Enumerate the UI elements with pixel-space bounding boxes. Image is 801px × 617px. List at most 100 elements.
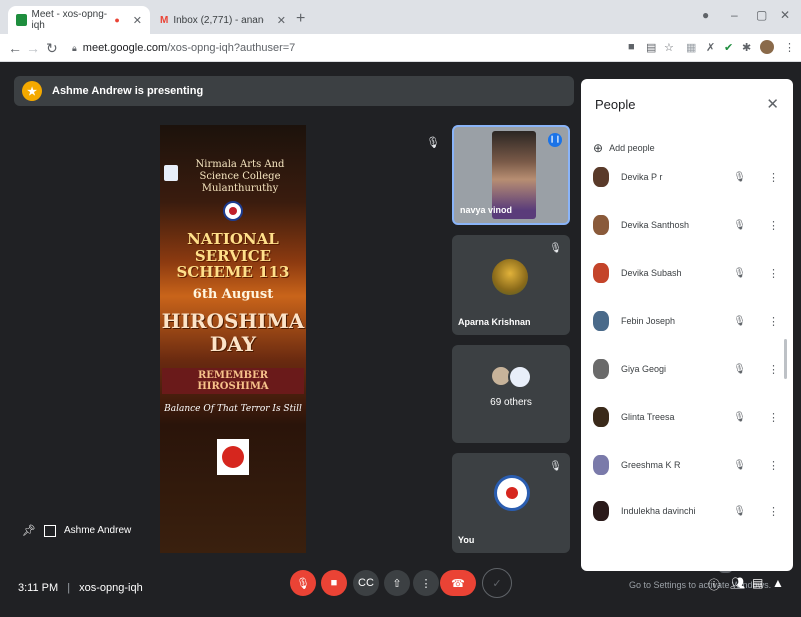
close-tab-icon[interactable]: ✕ (133, 14, 142, 27)
new-tab-button[interactable]: + (296, 10, 305, 28)
people-icon[interactable]: 👥︎ (730, 576, 745, 590)
mic-off-icon: 🎙︎ (426, 137, 440, 149)
check-extension-icon[interactable]: ✔ (724, 41, 733, 54)
college-emblem-icon (164, 165, 178, 181)
list-item[interactable]: Febin Joseph 🎙︎ ⋮ (593, 307, 783, 335)
close-window-button[interactable]: ✕ (780, 8, 790, 22)
list-item[interactable]: Glinta Treesa 🎙︎ ⋮ (593, 403, 783, 431)
more-vert-icon[interactable]: ⋮ (768, 411, 779, 424)
chat-icon[interactable]: ▤ (752, 576, 763, 590)
minimize-button[interactable]: – (731, 8, 738, 22)
captions-button[interactable]: CC (353, 570, 379, 596)
participant-name: Febin Joseph (621, 316, 676, 326)
participant-name: Glinta Treesa (621, 412, 675, 422)
more-vert-icon[interactable]: ⋮ (768, 171, 779, 184)
self-tile[interactable]: 🎙︎ You (452, 453, 570, 553)
profile-dot-icon[interactable]: ● (702, 8, 709, 22)
participant-avatar (492, 259, 528, 295)
url-host: meet.google.com (82, 42, 168, 54)
mic-off-icon: 🎙︎ (733, 505, 746, 517)
list-item[interactable]: Devika P r 🎙︎ ⋮ (593, 163, 783, 191)
forward-arrow-icon[interactable]: → (26, 40, 40, 56)
participant-tile[interactable]: ❙❙ navya vinod (452, 125, 570, 225)
close-tab-icon[interactable]: ✕ (277, 14, 286, 27)
mic-off-icon: 🎙︎ (733, 315, 746, 327)
meeting-info: 3:11 PM | xos-opng-iqh (18, 582, 143, 594)
list-item[interactable]: Devika Subash 🎙︎ ⋮ (593, 259, 783, 287)
bookmark-star-icon[interactable]: ☆ (664, 41, 674, 54)
profile-avatar[interactable] (760, 40, 774, 54)
people-panel: People ✕ ⊕ Add people Devika P r 🎙︎ ⋮ De… (581, 79, 793, 571)
url-field[interactable]: 🔒︎ meet.google.com/xos-opng-iqh?authuser… (72, 39, 632, 57)
poster-remember: REMEMBER HIROSHIMA (162, 367, 304, 394)
mic-off-icon: 🎙︎ (733, 411, 746, 423)
participant-name: Giya Geogi (621, 364, 667, 374)
meeting-code: xos-opng-iqh (79, 582, 143, 594)
tab-gmail[interactable]: M Inbox (2,771) - anandhuaravind ✕ (152, 6, 294, 34)
presenting-banner: ★ Ashme Andrew is presenting (14, 76, 574, 106)
maximize-button[interactable]: ▢ (756, 8, 767, 22)
more-vert-icon[interactable]: ⋮ (768, 219, 779, 232)
poster-hiroshima: HIROSHIMA DAY (161, 308, 305, 356)
more-vert-icon[interactable]: ⋮ (768, 363, 779, 376)
mic-off-icon: 🎙︎ (733, 171, 746, 183)
puzzle-icon[interactable]: ✱ (742, 41, 751, 54)
activities-icon[interactable]: ▲ (772, 576, 784, 590)
pin-icon[interactable]: 📌︎ (22, 524, 36, 537)
scrollbar[interactable] (784, 339, 787, 379)
others-tile[interactable]: 69 others (452, 345, 570, 443)
more-vert-icon[interactable]: ⋮ (768, 267, 779, 280)
people-panel-title: People (595, 97, 636, 112)
tools-extension-icon[interactable]: ✗ (706, 41, 715, 54)
add-person-icon: ⊕ (593, 141, 604, 155)
info-icon[interactable]: ⓘ (708, 576, 720, 593)
present-screen-icon (43, 524, 56, 537)
camera-toggle-button[interactable]: ■ (321, 570, 347, 596)
participant-tile[interactable]: 🎙︎ Aparna Krishnan (452, 235, 570, 335)
more-vert-icon[interactable]: ⋮ (768, 459, 779, 472)
close-icon[interactable]: ✕ (766, 95, 779, 113)
reload-icon[interactable]: ↻ (46, 40, 58, 57)
leave-call-button[interactable]: ☎ (440, 570, 476, 596)
poster-nss-title: NATIONAL SERVICE SCHEME 113 (176, 230, 290, 281)
mic-off-icon: 🎙︎ (733, 363, 746, 375)
mic-off-icon: 🎙︎ (733, 219, 746, 231)
participant-name: navya vinod (460, 205, 513, 215)
nss-avatar-icon (494, 475, 530, 511)
list-item[interactable]: Giya Geogi 🎙︎ ⋮ (593, 355, 783, 383)
page-icon[interactable]: ▤ (646, 41, 656, 54)
participant-name: Aparna Krishnan (458, 317, 531, 327)
list-item[interactable]: Greeshma K R 🎙︎ ⋮ (593, 451, 783, 479)
poster-college: Nirmala Arts And Science College Mulanth… (195, 159, 285, 194)
recording-dot-icon: ● (114, 15, 120, 25)
present-now-button[interactable]: ⇧ (384, 570, 410, 596)
shared-poster: Nirmala Arts And Science College Mulanth… (160, 125, 306, 553)
avatar (593, 501, 609, 521)
tab-meet[interactable]: Meet - xos-opng-iqh ● ✕ (8, 6, 150, 34)
more-options-button[interactable]: ⋮ (413, 570, 439, 596)
more-vert-icon[interactable]: ⋮ (768, 315, 779, 328)
avatar (593, 263, 609, 283)
list-item[interactable]: Indulekha davinchi 🎙︎ ⋮ (593, 497, 783, 525)
mic-toggle-button[interactable]: 🎙︎ (290, 570, 316, 596)
participant-avatar (508, 365, 532, 389)
raise-hand-button[interactable]: ✓ (482, 568, 512, 598)
self-name: You (458, 535, 475, 545)
browser-menu-icon[interactable]: ⋮ (784, 41, 795, 54)
poster-date: 6th August (192, 286, 274, 302)
participant-name: Devika Santhosh (621, 220, 690, 230)
speaking-indicator-icon: ❙❙ (548, 133, 562, 147)
activate-windows-sub: Go to Settings to activate Windows. (629, 580, 772, 590)
list-item[interactable]: Devika Santhosh 🎙︎ ⋮ (593, 211, 783, 239)
gmail-favicon-icon: M (160, 14, 169, 26)
more-vert-icon[interactable]: ⋮ (768, 505, 779, 518)
participant-name: Indulekha davinchi (621, 506, 696, 516)
back-arrow-icon[interactable]: ← (8, 40, 22, 56)
extension-grid-icon[interactable]: ▦ (686, 41, 696, 54)
participant-name: Greeshma K R (621, 460, 681, 470)
clock-time: 3:11 PM (18, 582, 59, 594)
participant-name: Devika Subash (621, 268, 682, 278)
tab-gmail-title: Inbox (2,771) - anandhuaravind (173, 14, 264, 26)
camera-indicator-icon[interactable]: ■ (628, 41, 635, 53)
add-people-button[interactable]: ⊕ Add people (593, 141, 655, 155)
